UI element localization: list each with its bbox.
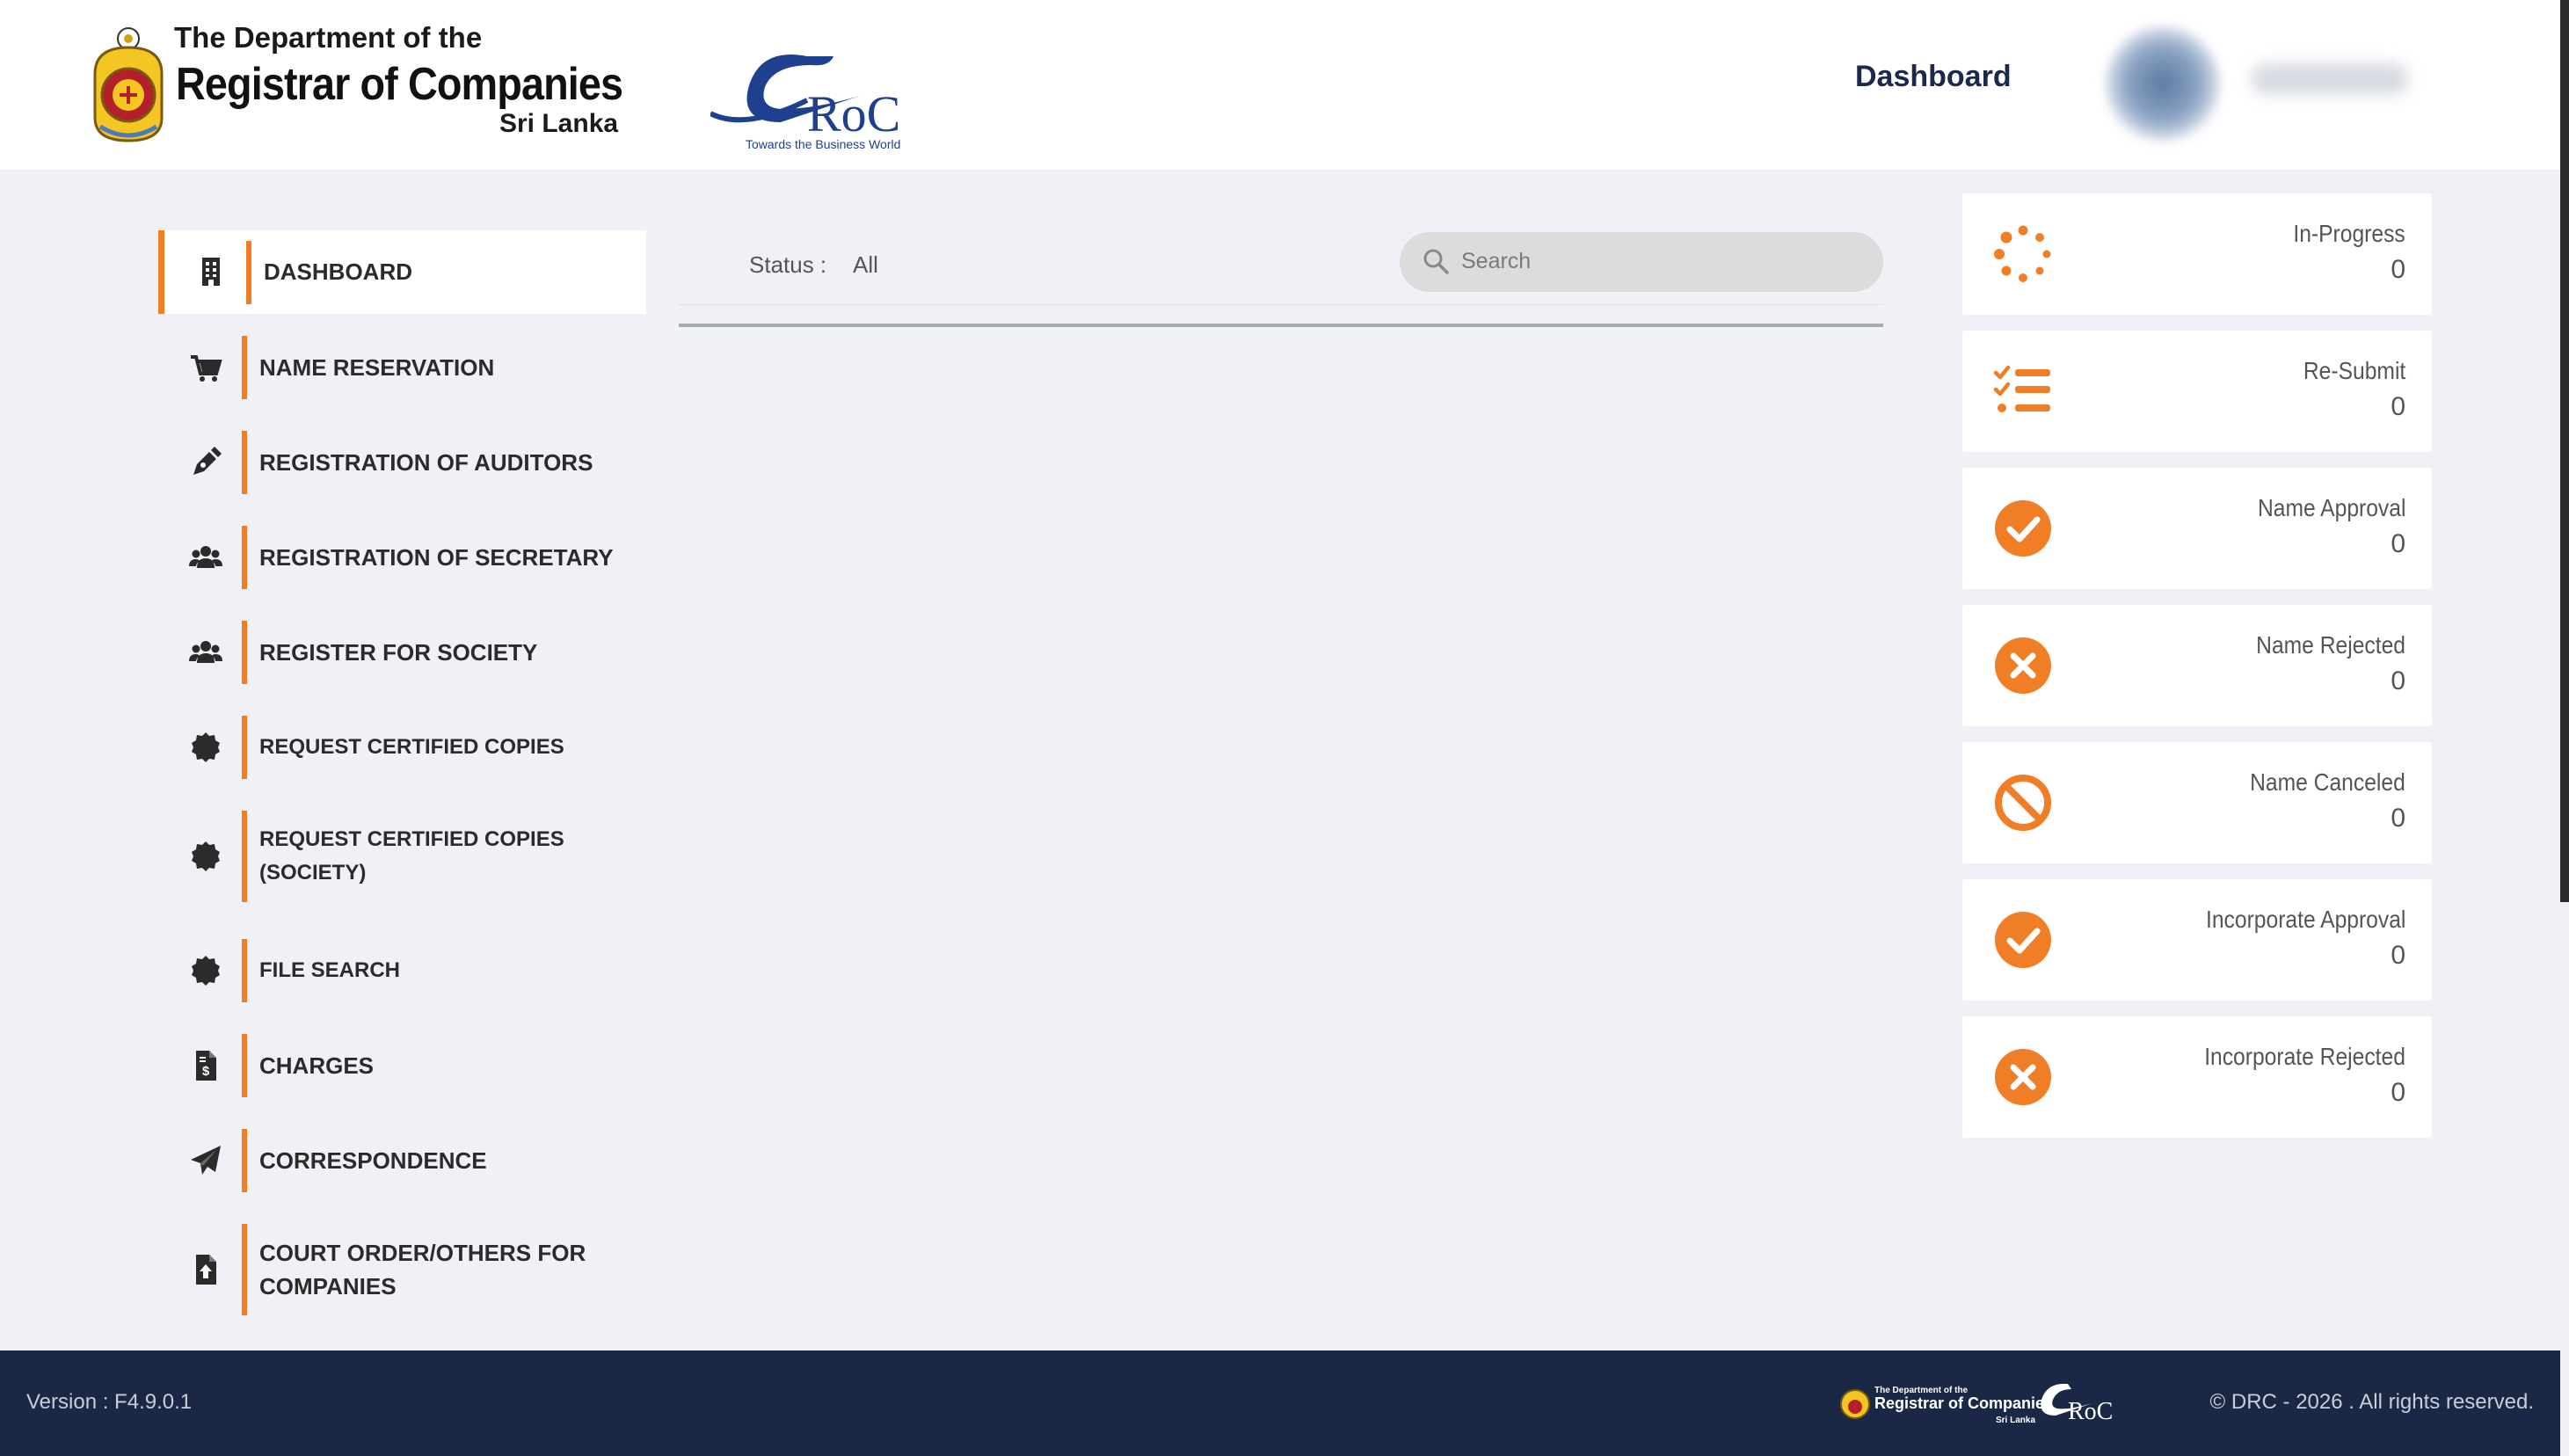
- spinner-icon: [1994, 225, 2051, 282]
- sidebar-item-label: DASHBOARD: [264, 258, 412, 285]
- cart-icon: [186, 348, 225, 387]
- status-filter-label: Status :: [749, 251, 827, 278]
- svg-text:Registrar of Companies: Registrar of Companies: [1874, 1394, 2053, 1412]
- sidebar-item-request-certified-copies[interactable]: REQUEST CERTIFIED COPIES: [158, 716, 646, 779]
- svg-text:Sri Lanka: Sri Lanka: [1996, 1416, 2035, 1425]
- stat-label: Name Approval: [2257, 494, 2405, 521]
- seal-icon: [186, 837, 225, 876]
- building-icon: [192, 252, 230, 291]
- stat-label: Incorporate Rejected: [2204, 1043, 2405, 1070]
- sidebar-item-correspondence[interactable]: CORRESPONDENCE: [158, 1129, 646, 1192]
- check-circle-icon: [1995, 912, 2051, 968]
- avatar[interactable]: [2106, 26, 2220, 141]
- stat-label: In-Progress: [2293, 220, 2405, 247]
- paper-plane-icon: [186, 1141, 225, 1180]
- dept-line3: Sri Lanka: [499, 109, 619, 138]
- search-icon: [1423, 249, 1449, 274]
- dept-line1: The Department of the: [174, 21, 483, 54]
- stat-card-re-submit[interactable]: Re-Submit 0: [1962, 331, 2432, 452]
- sidebar-item-registration-of-auditors[interactable]: REGISTRATION OF AUDITORS: [158, 431, 646, 494]
- copyright-text: © DRC - 2026 . All rights reserved.: [2209, 1390, 2534, 1414]
- top-header: The Department of the Registrar of Compa…: [0, 0, 2560, 170]
- check-circle-icon: [1995, 500, 2051, 557]
- seal-icon: [186, 728, 225, 767]
- stat-count: 0: [2391, 255, 2405, 284]
- sidebar-item-register-for-society[interactable]: REGISTER FOR SOCIETY: [158, 621, 646, 684]
- stat-card-incorporate-approval[interactable]: Incorporate Approval 0: [1962, 879, 2432, 1001]
- stat-count: 0: [2391, 392, 2405, 421]
- stat-label: Name Rejected: [2256, 631, 2405, 659]
- sidebar-item-charges[interactable]: $ CHARGES: [158, 1034, 646, 1097]
- stat-count: 0: [2391, 666, 2405, 695]
- sidebar-item-label: NAME RESERVATION: [259, 354, 495, 381]
- version-text: Version : F4.9.0.1: [26, 1390, 193, 1414]
- sidebar-item-court-order[interactable]: COURT ORDER/OTHERS FOR COMPANIES: [158, 1224, 646, 1315]
- eroc-tagline: Towards the Business World: [746, 137, 900, 151]
- divider: [679, 304, 1883, 305]
- sri-lanka-emblem-icon: [93, 27, 164, 142]
- stat-count: 0: [2391, 804, 2405, 833]
- file-upload-icon: [186, 1250, 225, 1289]
- users-icon: [186, 633, 225, 672]
- search-input[interactable]: [1461, 239, 1866, 283]
- sidebar-item-label: CHARGES: [259, 1052, 375, 1079]
- stat-card-name-rejected[interactable]: Name Rejected 0: [1962, 605, 2432, 726]
- username-blurred[interactable]: [2251, 63, 2409, 95]
- footer-roc-logo-icon: The Department of the Registrar of Compa…: [1840, 1383, 2113, 1425]
- stat-count: 0: [2391, 941, 2405, 970]
- stat-label: Incorporate Approval: [2205, 906, 2405, 933]
- svg-text:RoC: RoC: [2068, 1398, 2113, 1425]
- eroc-mark: RoC: [807, 85, 900, 142]
- sidebar-item-label: REQUEST CERTIFIED COPIES: [259, 735, 564, 759]
- x-circle-icon: [1995, 637, 2051, 694]
- page-scrollbar[interactable]: [2560, 0, 2569, 902]
- sidebar-item-label: REGISTRATION OF AUDITORS: [259, 449, 593, 476]
- sidebar-item-label: REGISTRATION OF SECRETARY: [259, 544, 614, 571]
- sidebar-item-dashboard[interactable]: DASHBOARD: [158, 230, 646, 314]
- invoice-icon: $: [186, 1046, 225, 1085]
- stat-label: Re-Submit: [2303, 357, 2405, 384]
- stat-count: 0: [2391, 1078, 2405, 1107]
- sidebar-item-label: COURT ORDER/OTHERS FOR COMPANIES: [259, 1240, 586, 1299]
- dept-line2: Registrar of Companies: [176, 59, 623, 110]
- seal-icon: [186, 951, 225, 990]
- x-circle-icon: [1995, 1049, 2051, 1105]
- eroc-logo-icon: RoC Towards the Business World: [710, 55, 900, 151]
- header-dashboard-link[interactable]: Dashboard: [1855, 60, 2012, 94]
- footer: Version : F4.9.0.1 The Department of the…: [0, 1350, 2560, 1456]
- stat-card-in-progress[interactable]: In-Progress 0: [1962, 193, 2432, 315]
- table-header-divider: [679, 324, 1883, 327]
- sidebar-item-label: FILE SEARCH: [259, 958, 401, 982]
- pen-icon: [186, 443, 225, 482]
- sidebar-item-label: REGISTER FOR SOCIETY: [259, 639, 538, 666]
- sidebar-item-label: REQUEST CERTIFIED COPIES (SOCIETY): [259, 827, 564, 885]
- svg-text:$: $: [202, 1064, 210, 1079]
- stat-card-incorporate-rejected[interactable]: Incorporate Rejected 0: [1962, 1016, 2432, 1138]
- status-filter-select[interactable]: All: [853, 251, 878, 279]
- users-icon: [186, 538, 225, 577]
- stat-count: 0: [2391, 529, 2405, 558]
- ban-icon: [1995, 775, 2051, 831]
- checklist-icon: [1993, 365, 2050, 412]
- sidebar-item-request-certified-copies-society[interactable]: REQUEST CERTIFIED COPIES (SOCIETY): [158, 811, 646, 902]
- sidebar-item-file-search[interactable]: FILE SEARCH: [158, 939, 646, 1002]
- sidebar-item-label: CORRESPONDENCE: [259, 1147, 487, 1174]
- stat-card-name-canceled[interactable]: Name Canceled 0: [1962, 742, 2432, 863]
- stat-label: Name Canceled: [2250, 768, 2405, 796]
- sidebar-item-registration-of-secretary[interactable]: REGISTRATION OF SECRETARY: [158, 526, 646, 589]
- stat-card-name-approval[interactable]: Name Approval 0: [1962, 468, 2432, 589]
- sidebar-item-name-reservation[interactable]: NAME RESERVATION: [158, 336, 646, 399]
